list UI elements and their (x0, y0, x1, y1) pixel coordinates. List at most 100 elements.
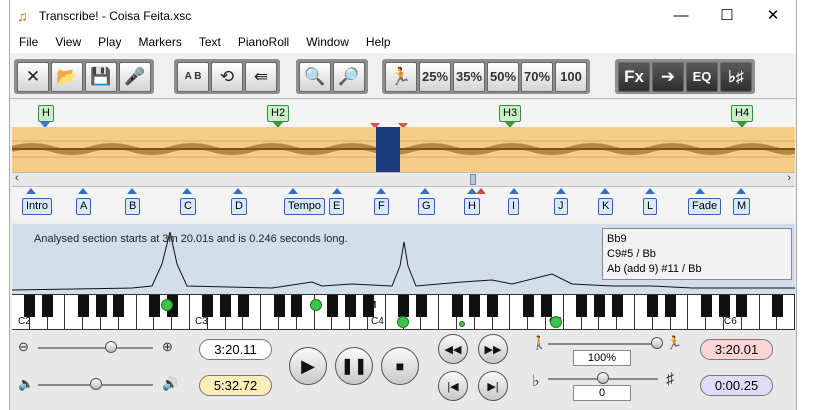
black-key[interactable] (469, 295, 481, 317)
black-key[interactable] (42, 295, 54, 317)
black-key[interactable] (202, 295, 214, 317)
menu-file[interactable]: File (10, 35, 46, 49)
close-button[interactable]: ✕ (750, 0, 796, 31)
minimize-button[interactable]: — (658, 0, 704, 31)
black-key[interactable] (220, 295, 232, 317)
menu-text[interactable]: Text (190, 35, 229, 49)
volume-low-icon[interactable]: 🔈 (18, 376, 34, 392)
playhead-marker[interactable] (476, 188, 486, 194)
black-key[interactable] (487, 295, 499, 317)
back-to-start-button[interactable]: ⇚ (245, 61, 277, 92)
marker-e[interactable]: E (329, 198, 345, 215)
close-file-button[interactable]: ✕ (17, 61, 49, 92)
save-button[interactable]: 💾 (85, 61, 117, 92)
go-to-end-button[interactable]: ▶| (478, 371, 508, 401)
zoom-out-icon[interactable]: ⊖ (18, 339, 29, 355)
menu-play[interactable]: Play (89, 35, 129, 49)
volume-slider-knob[interactable] (90, 378, 102, 390)
marker-j[interactable]: J (554, 198, 568, 215)
pitch-button[interactable]: ♭♯ (720, 61, 752, 92)
zoom-in-icon[interactable]: ⊕ (162, 339, 173, 355)
rewind-button[interactable]: ◀◀ (438, 334, 468, 364)
black-key[interactable] (113, 295, 125, 317)
volume-high-icon[interactable]: 🔊 (162, 376, 178, 392)
loop-button[interactable]: ⟲ (211, 61, 243, 92)
black-key[interactable] (718, 295, 730, 317)
position-time-box[interactable]: 3:20.11 (199, 339, 272, 360)
black-key[interactable] (700, 295, 712, 317)
zoom-page-button[interactable]: 🔍 (299, 61, 331, 92)
black-key[interactable] (326, 295, 338, 317)
marker-m[interactable]: M (733, 198, 751, 215)
record-button[interactable]: 🎤 (119, 61, 151, 92)
section-marker-h2[interactable]: H2 (267, 105, 290, 122)
menu-markers[interactable]: Markers (129, 35, 189, 49)
scroll-left-icon[interactable]: ‹ (15, 172, 19, 184)
menu-window[interactable]: Window (297, 35, 357, 49)
marker-row[interactable]: Intro A B C D Tempo E F G H I J K L Fade… (12, 187, 795, 219)
marker-l[interactable]: L (643, 198, 658, 215)
skip-arrow-button[interactable]: ➔ (652, 61, 684, 92)
black-key[interactable] (522, 295, 534, 317)
section-marker-h4[interactable]: H4 (731, 105, 754, 122)
horizontal-scrollbar[interactable]: ‹ › (12, 172, 795, 187)
black-key[interactable] (611, 295, 623, 317)
black-key[interactable] (415, 295, 427, 317)
length-time-box[interactable]: 5:32.72 (199, 375, 272, 396)
speed-35-button[interactable]: 35% (453, 61, 485, 92)
ab-button[interactable]: A B (177, 61, 209, 92)
open-button[interactable]: 📂 (51, 61, 83, 92)
marker-b[interactable]: B (125, 198, 141, 215)
speed-50-button[interactable]: 50% (487, 61, 519, 92)
menu-view[interactable]: View (46, 35, 89, 49)
black-key[interactable] (576, 295, 588, 317)
black-key[interactable] (24, 295, 36, 317)
scroll-thumb[interactable] (470, 174, 476, 185)
pitch-slider-knob[interactable] (597, 372, 609, 384)
speed-runner-button[interactable]: 🏃 (385, 61, 417, 92)
black-key[interactable] (451, 295, 463, 317)
marker-h[interactable]: H (464, 198, 480, 215)
black-key[interactable] (771, 295, 783, 317)
marker-k[interactable]: K (598, 198, 614, 215)
black-key[interactable] (344, 295, 356, 317)
zoom-button[interactable]: 🔎 (333, 61, 365, 92)
chord-suggestion-2[interactable]: C9#5 / Bb (607, 247, 787, 262)
scroll-right-icon[interactable]: › (787, 172, 791, 184)
black-key[interactable] (593, 295, 605, 317)
black-key[interactable] (540, 295, 552, 317)
section-marker-h3[interactable]: H3 (499, 105, 522, 122)
piano-keyboard[interactable]: C2 C3 C4 C5 C6 M (12, 294, 796, 330)
black-key[interactable] (665, 295, 677, 317)
marker-a[interactable]: A (76, 198, 92, 215)
black-key[interactable] (398, 295, 410, 317)
selection-start-box[interactable]: 3:20.01 (700, 339, 773, 360)
play-button[interactable]: ▶ (289, 347, 327, 385)
pitch-value[interactable]: 0 (573, 385, 631, 401)
black-key[interactable] (736, 295, 748, 317)
chord-suggestion-1[interactable]: Bb9 (607, 232, 787, 247)
black-key[interactable] (237, 295, 249, 317)
marker-f[interactable]: F (374, 198, 389, 215)
black-key[interactable] (273, 295, 285, 317)
selection-length-box[interactable]: 0:00.25 (700, 375, 773, 396)
eq-button[interactable]: EQ (686, 61, 718, 92)
selection-region[interactable] (376, 127, 400, 172)
speed-value[interactable]: 100% (573, 350, 631, 366)
black-key[interactable] (95, 295, 107, 317)
menu-pianoroll[interactable]: PianoRoll (229, 35, 297, 49)
speed-25-button[interactable]: 25% (419, 61, 451, 92)
section-marker-h[interactable]: H (38, 105, 54, 122)
stop-button[interactable]: ■ (381, 347, 419, 385)
maximize-button[interactable]: ☐ (704, 0, 750, 31)
speed-slider-knob[interactable] (651, 337, 663, 349)
speed-70-button[interactable]: 70% (521, 61, 553, 92)
speed-100-button[interactable]: 100 (555, 61, 587, 92)
fx-button[interactable]: Fx (618, 61, 650, 92)
zoom-slider[interactable] (38, 347, 153, 349)
marker-i[interactable]: I (508, 198, 520, 215)
marker-d[interactable]: D (231, 198, 247, 215)
chord-suggestion-3[interactable]: Ab (add 9) #11 / Bb (607, 262, 787, 277)
go-to-start-button[interactable]: |◀ (438, 371, 468, 401)
marker-tempo[interactable]: Tempo (284, 198, 326, 215)
